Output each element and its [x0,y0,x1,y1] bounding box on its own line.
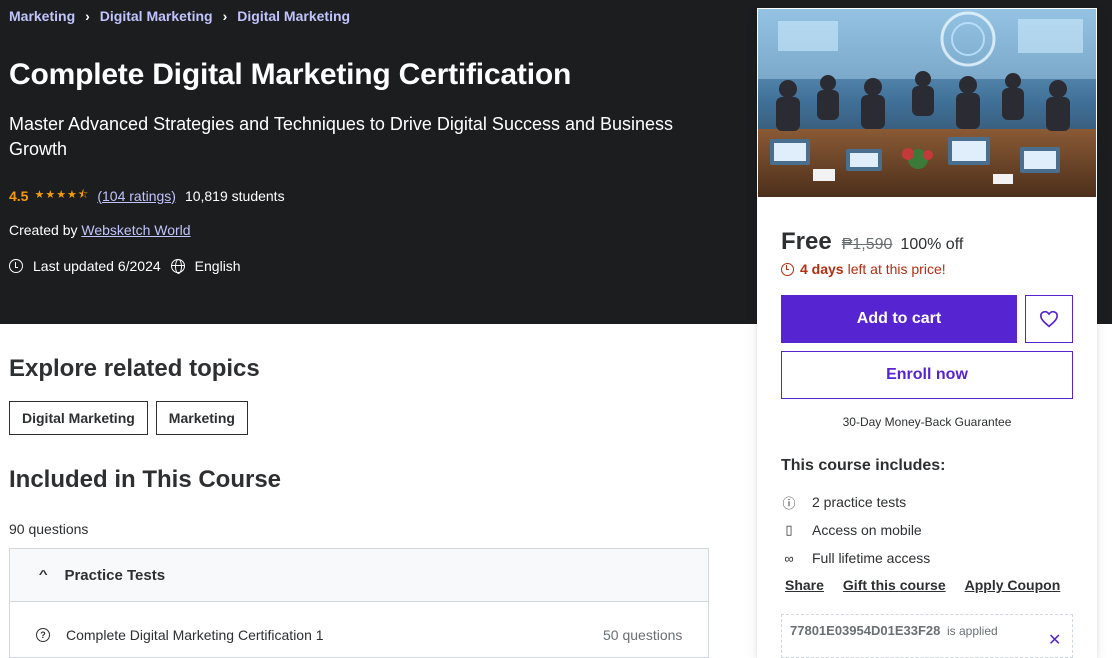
enroll-now-button[interactable]: Enroll now [781,351,1073,399]
topic-digital-marketing[interactable]: Digital Marketing [9,401,148,435]
course-meta: Last updated 6/2024 English [9,258,241,274]
course-language: English [194,258,241,274]
globe-icon [170,259,185,274]
accordion-header[interactable]: ^ Practice Tests [10,549,708,602]
ratings-count-link[interactable]: (104 ratings) [97,188,176,204]
applied-coupon: 77801E03954D01E33F28 is applied ✕ [781,614,1073,658]
breadcrumb: Marketing › Digital Marketing › Digital … [9,8,350,24]
question-circle-icon: ⓘ [782,495,796,511]
accordion-title: Practice Tests [64,566,166,584]
list-item: ▯ Access on mobile [781,516,930,544]
topic-marketing[interactable]: Marketing [155,401,248,435]
coupon-status: is applied [946,624,998,638]
heart-icon [1039,310,1059,328]
list-item: ∞ Full lifetime access [781,544,930,572]
created-by-label: Created by [9,222,78,238]
breadcrumb-item-digital-marketing[interactable]: Digital Marketing [100,8,213,24]
chevron-right-icon: › [222,8,228,24]
close-icon[interactable]: ✕ [1048,630,1061,650]
practice-test-count: 50 questions [603,627,683,643]
last-updated: Last updated 6/2024 [33,258,161,274]
included-title: Included in This Course [9,466,282,493]
list-item[interactable]: ? Complete Digital Marketing Certificati… [10,627,710,643]
list-item: ⓘ 2 practice tests [781,488,930,516]
rating-row: 4.5 ★★★★⯪ (104 ratings) 10,819 students [9,186,285,205]
star-rating-icon: ★★★★⯪ [34,189,90,201]
includes-list: ⓘ 2 practice tests ▯ Access on mobile ∞ … [781,488,930,572]
mobile-icon: ▯ [785,522,793,537]
related-topics-title: Explore related topics [9,355,260,382]
include-label: Access on mobile [812,522,922,538]
chevron-up-icon: ^ [38,569,48,581]
discount-percent: 100% off [900,236,964,253]
course-subtitle: Master Advanced Strategies and Technique… [9,114,674,159]
includes-title: This course includes: [781,457,946,474]
share-link[interactable]: Share [785,577,824,593]
price-row: Free ₱1,590 100% off [781,228,963,256]
infinity-icon: ∞ [784,550,794,566]
rating-value: 4.5 [9,187,29,204]
created-by: Created by Websketch World [9,222,191,238]
money-back-guarantee: 30-Day Money-Back Guarantee [842,415,1012,429]
alarm-clock-icon [781,262,794,276]
apply-coupon-link[interactable]: Apply Coupon [965,577,1061,593]
original-price: ₱1,590 [841,236,893,253]
timer-text: left at this price! [847,261,946,277]
question-circle-icon: ? [36,628,50,642]
practice-test-title: Complete Digital Marketing Certification… [66,627,324,643]
page-title: Complete Digital Marketing Certification [9,58,572,91]
author-link[interactable]: Websketch World [81,222,190,238]
current-price: Free [781,228,832,255]
clock-icon [9,259,23,273]
related-topics: Digital Marketing Marketing [9,401,248,435]
timer-days: 4 days [800,261,844,277]
breadcrumb-item-marketing[interactable]: Marketing [9,8,75,24]
question-count: 90 questions [9,521,89,537]
practice-tests-accordion: ^ Practice Tests ? Complete Digital Mark… [9,548,709,658]
include-label: Full lifetime access [812,550,931,566]
coupon-code-value: 77801E03954D01E33F28 [790,623,941,638]
breadcrumb-item-digital-marketing-topic[interactable]: Digital Marketing [237,8,350,24]
wishlist-button[interactable] [1025,295,1073,343]
course-preview-image[interactable] [757,8,1097,198]
coupon-code: 77801E03954D01E33F28 is applied [790,623,998,638]
price-timer: 4 days left at this price! [781,261,946,277]
office-scene-image [758,9,1096,197]
purchase-card: Free ₱1,590 100% off 4 days left at this… [757,8,1097,658]
gift-course-link[interactable]: Gift this course [843,577,946,593]
card-actions: Share Gift this course Apply Coupon [785,577,1079,593]
students-count: 10,819 students [184,187,285,204]
include-label: 2 practice tests [812,494,907,510]
add-to-cart-button[interactable]: Add to cart [781,295,1017,343]
chevron-right-icon: › [85,8,90,24]
